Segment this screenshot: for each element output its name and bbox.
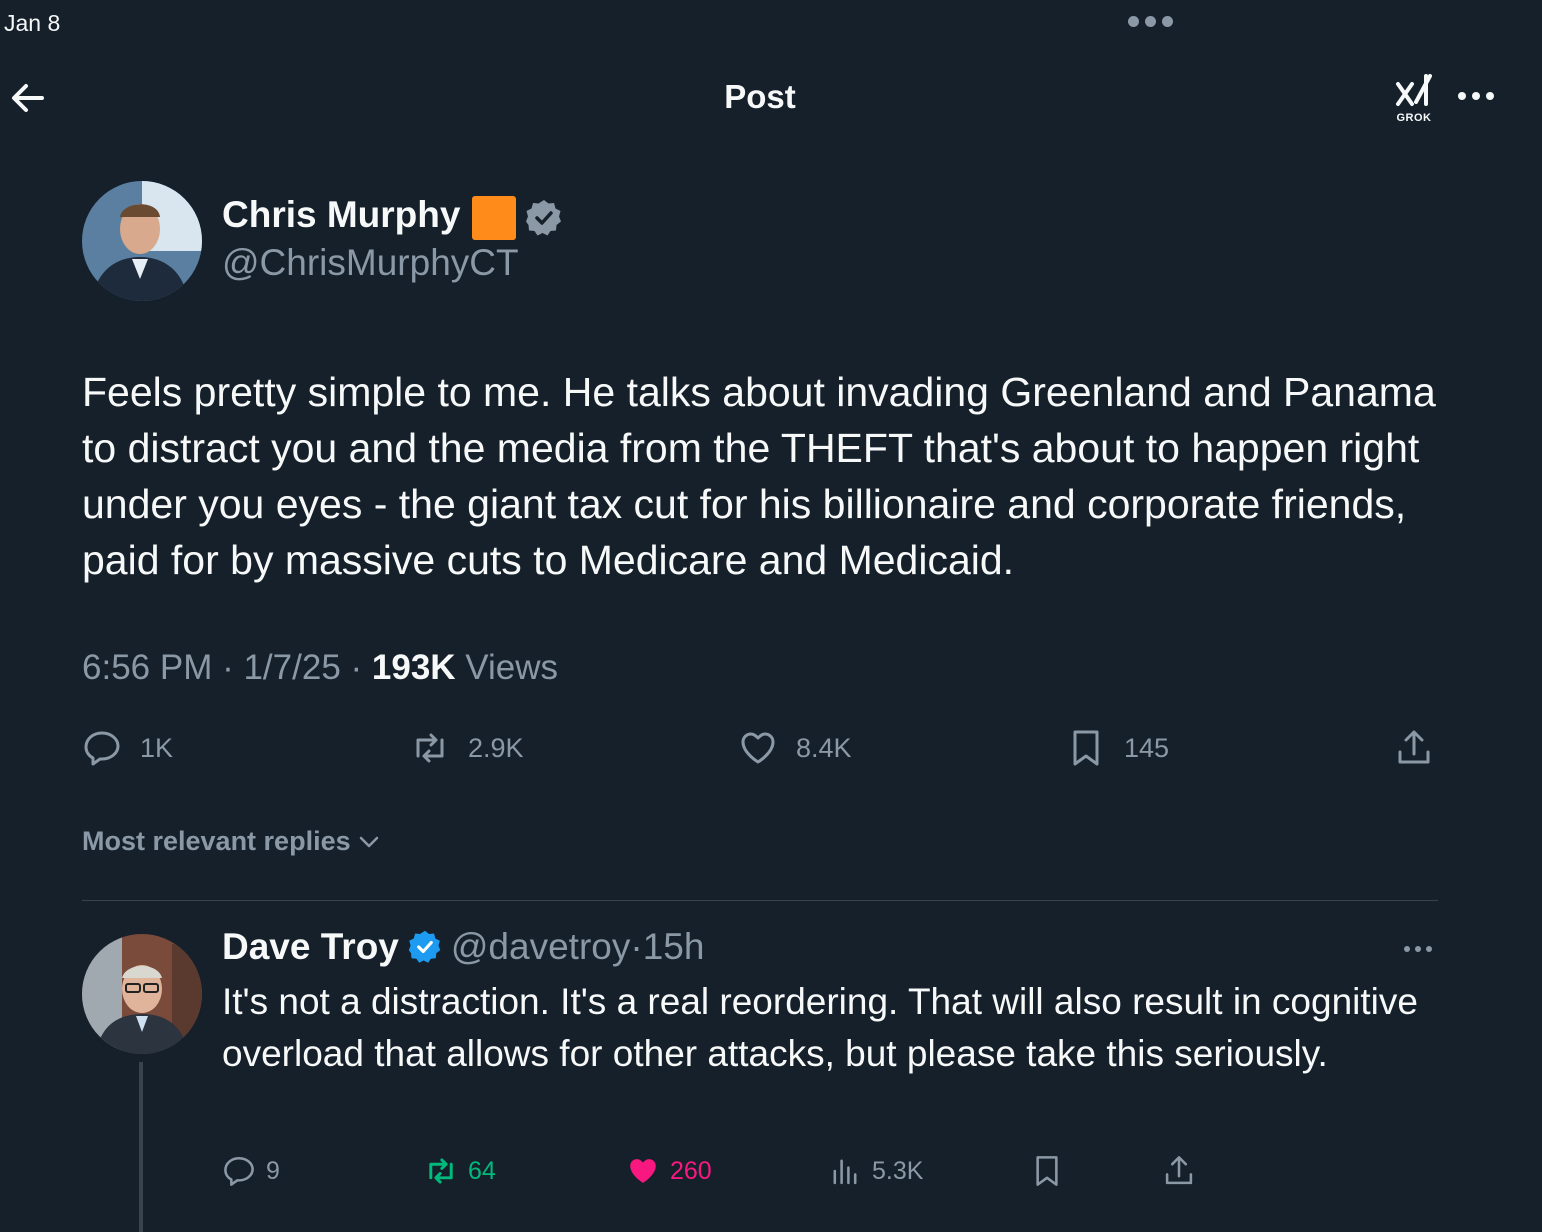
author-handle[interactable]: @ChrisMurphyCT — [222, 242, 519, 284]
reply-share-button[interactable] — [1162, 1154, 1196, 1188]
bookmark-icon — [1036, 1156, 1058, 1186]
thread-line — [139, 1062, 143, 1232]
post-time[interactable]: 6:56 PM — [82, 648, 212, 687]
reply-like-button[interactable]: 260 — [626, 1154, 712, 1188]
author-name[interactable]: Chris Murphy — [222, 194, 460, 236]
replies-sort-label: Most relevant replies — [82, 826, 351, 856]
reply-views-button[interactable]: 5.3K — [828, 1154, 923, 1188]
reply-reply-count: 9 — [266, 1156, 280, 1185]
divider — [82, 900, 1438, 901]
bookmark-count: 145 — [1124, 732, 1170, 763]
reply-repost-count: 64 — [468, 1156, 496, 1185]
replies-sort-dropdown[interactable]: Most relevant replies — [82, 826, 381, 857]
grok-icon — [1396, 74, 1432, 106]
reply-repost-button[interactable]: 64 — [424, 1154, 496, 1188]
repost-button[interactable]: 2.9K — [410, 728, 524, 768]
reply-author-avatar[interactable] — [82, 934, 202, 1054]
multitask-dots-icon[interactable] — [1128, 16, 1173, 27]
like-count: 8.4K — [796, 732, 852, 763]
reply-bubble-icon — [224, 1156, 254, 1186]
reply-like-count: 260 — [670, 1156, 712, 1185]
post-views-count: 193K — [371, 648, 456, 687]
chevron-down-icon — [359, 836, 378, 847]
more-options-icon[interactable] — [1458, 92, 1494, 100]
heart-filled-icon — [630, 1159, 656, 1183]
reply-more-options-icon[interactable] — [1404, 946, 1432, 952]
post-meta: 6:56 PM · 1/7/25 · 193K Views — [82, 648, 559, 687]
reply-author-name[interactable]: Dave Troy — [222, 926, 399, 968]
reply-text: It's not a distraction. It's a real reor… — [222, 981, 1418, 1074]
post-views-label: Views — [465, 648, 559, 687]
bookmark-button[interactable]: 145 — [1066, 728, 1169, 768]
repost-count: 2.9K — [468, 732, 524, 763]
repost-icon — [429, 1158, 453, 1184]
reply-author-handle[interactable]: @davetroy — [451, 926, 630, 968]
orange-square-emoji — [472, 196, 516, 240]
reply-bookmark-button[interactable] — [1030, 1154, 1064, 1188]
share-button[interactable] — [1394, 728, 1434, 768]
reply-bubble-icon — [84, 731, 120, 766]
repost-icon — [416, 733, 444, 763]
verified-badge-icon[interactable] — [524, 198, 564, 238]
page-title: Post — [724, 78, 796, 115]
grok-label: GROK — [1396, 112, 1432, 124]
author-avatar[interactable] — [82, 181, 202, 301]
grok-button[interactable]: GROK — [1392, 72, 1436, 124]
post-date[interactable]: 1/7/25 — [243, 648, 340, 687]
reply-header: Dave Troy @davetroy · 15h — [222, 926, 705, 968]
verified-badge-icon[interactable] — [407, 929, 443, 965]
reply-views-count: 5.3K — [872, 1156, 924, 1185]
share-icon — [1165, 1156, 1193, 1185]
reply-button[interactable]: 1K — [82, 728, 173, 768]
analytics-icon — [833, 1159, 857, 1185]
status-bar-date: Jan 8 — [4, 10, 61, 36]
reply-reply-button[interactable]: 9 — [222, 1154, 280, 1188]
like-button[interactable]: 8.4K — [738, 728, 852, 768]
bookmark-icon — [1073, 730, 1099, 766]
reply-time[interactable]: 15h — [643, 926, 705, 968]
post-text: Feels pretty simple to me. He talks abou… — [82, 369, 1436, 583]
reply-count: 1K — [140, 732, 174, 763]
heart-icon — [741, 732, 775, 764]
share-icon — [1398, 730, 1430, 764]
